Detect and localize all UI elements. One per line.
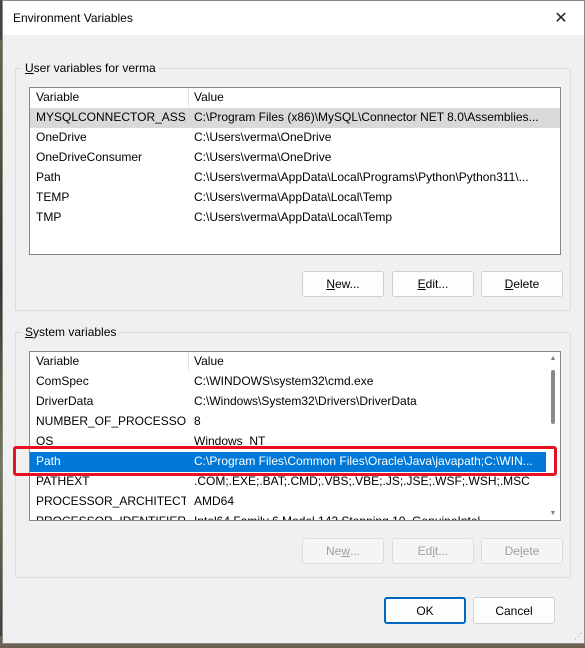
user-variables-group: User variables for verma Variable Value … (15, 61, 571, 311)
resize-grip-icon[interactable]: ⋰ (574, 632, 582, 641)
row-value: .COM;.EXE;.BAT;.CMD;.VBS;.VBE;.JS;.JSE;.… (194, 474, 530, 488)
table-row[interactable]: PROCESSOR_ARCHITECTU... AMD64 (30, 492, 548, 512)
row-variable: Path (36, 454, 61, 468)
row-value: C:\Users\verma\AppData\Local\Temp (194, 190, 393, 204)
table-row[interactable]: PROCESSOR_IDENTIFIER Intel64 Family 6 Mo… (30, 512, 548, 521)
row-variable: OneDriveConsumer (36, 150, 143, 164)
user-variables-label: User variables for verma (22, 61, 159, 75)
user-edit-button[interactable]: Edit... (392, 271, 474, 297)
table-row[interactable]: OS Windows_NT (30, 432, 548, 452)
row-variable: TMP (36, 210, 62, 224)
row-value: C:\Program Files (x86)\MySQL\Connector N… (194, 110, 539, 124)
table-row[interactable]: TEMP C:\Users\verma\AppData\Local\Temp (30, 188, 560, 208)
user-variables-list[interactable]: Variable Value MYSQLCONNECTOR_ASSE... C:… (29, 87, 561, 255)
ok-button[interactable]: OK (384, 597, 466, 624)
table-row[interactable]: ComSpec C:\WINDOWS\system32\cmd.exe (30, 372, 548, 392)
row-value: AMD64 (194, 494, 235, 508)
environment-variables-dialog: Environment Variables ✕ User variables f… (2, 0, 585, 644)
column-header-variable[interactable]: Variable (36, 352, 186, 371)
row-variable: PATHEXT (36, 474, 90, 488)
row-value: 8 (194, 414, 201, 428)
row-variable: OneDrive (36, 130, 87, 144)
user-new-button[interactable]: New... (302, 271, 384, 297)
table-row-selected[interactable]: Path C:\Program Files\Common Files\Oracl… (30, 452, 548, 472)
row-value: C:\Users\verma\AppData\Local\Programs\Py… (194, 170, 529, 184)
window-title: Environment Variables (13, 11, 133, 25)
row-variable: TEMP (36, 190, 70, 204)
row-variable: Path (36, 170, 61, 184)
cancel-button[interactable]: Cancel (473, 597, 555, 624)
row-variable: PROCESSOR_IDENTIFIER (36, 514, 186, 521)
row-value: C:\Users\verma\AppData\Local\Temp (194, 210, 393, 224)
vertical-scrollbar[interactable]: ▲ ▼ (546, 352, 560, 520)
column-header-value[interactable]: Value (194, 352, 224, 371)
title-bar: Environment Variables ✕ (3, 1, 584, 35)
row-value: C:\WINDOWS\system32\cmd.exe (194, 374, 374, 388)
system-variables-group: System variables Variable Value ComSpec … (15, 325, 571, 578)
system-delete-button[interactable]: De l ete (481, 538, 563, 564)
system-edit-button[interactable]: Ed i t... (392, 538, 474, 564)
close-button[interactable]: ✕ (538, 1, 584, 35)
list-header: Variable Value (30, 88, 560, 108)
column-header-variable[interactable]: Variable (36, 88, 186, 107)
row-value: C:\Users\verma\OneDrive (194, 130, 332, 144)
system-variables-list[interactable]: Variable Value ComSpec C:\WINDOWS\system… (29, 351, 561, 521)
table-row[interactable]: NUMBER_OF_PROCESSORS 8 (30, 412, 548, 432)
row-variable: MYSQLCONNECTOR_ASSE... (36, 110, 186, 124)
scrollbar-thumb[interactable] (551, 370, 555, 424)
row-value: Windows_NT (194, 434, 266, 448)
column-header-value[interactable]: Value (194, 88, 224, 107)
user-delete-button[interactable]: Delete (481, 271, 563, 297)
row-value: C:\Program Files\Common Files\Oracle\Jav… (194, 454, 533, 468)
row-variable: ComSpec (36, 374, 89, 388)
row-variable: DriverData (36, 394, 94, 408)
row-variable: OS (36, 434, 54, 448)
row-value: Intel64 Family 6 Model 142 Stepping 10, … (194, 514, 481, 521)
row-variable: NUMBER_OF_PROCESSORS (36, 414, 186, 428)
table-row[interactable]: Path C:\Users\verma\AppData\Local\Progra… (30, 168, 560, 188)
row-variable: PROCESSOR_ARCHITECTU... (36, 494, 186, 508)
table-row[interactable]: PATHEXT .COM;.EXE;.BAT;.CMD;.VBS;.VBE;.J… (30, 472, 548, 492)
table-row[interactable]: DriverData C:\Windows\System32\Drivers\D… (30, 392, 548, 412)
system-new-button[interactable]: Ne w... (302, 538, 384, 564)
row-value: C:\Windows\System32\Drivers\DriverData (194, 394, 417, 408)
table-row[interactable]: MYSQLCONNECTOR_ASSE... C:\Program Files … (30, 108, 560, 128)
table-row[interactable]: OneDriveConsumer C:\Users\verma\OneDrive (30, 148, 560, 168)
list-header: Variable Value (30, 352, 548, 372)
scroll-down-arrow-icon[interactable]: ▼ (549, 510, 557, 517)
scroll-up-arrow-icon[interactable]: ▲ (549, 355, 557, 362)
table-row[interactable]: TMP C:\Users\verma\AppData\Local\Temp (30, 208, 560, 228)
system-variables-label: System variables (22, 325, 120, 339)
close-icon: ✕ (554, 10, 568, 27)
row-value: C:\Users\verma\OneDrive (194, 150, 332, 164)
table-row[interactable]: OneDrive C:\Users\verma\OneDrive (30, 128, 560, 148)
